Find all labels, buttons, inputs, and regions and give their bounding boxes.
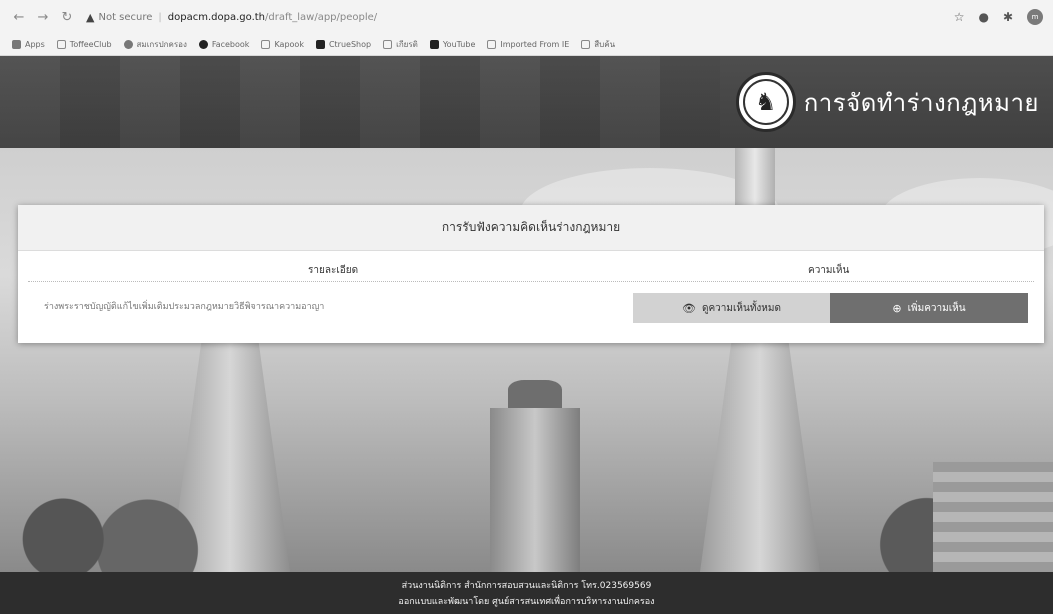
column-headers: รายละเอียด ความเห็น	[18, 257, 1044, 281]
bookmark-youtube[interactable]: YouTube	[429, 40, 475, 49]
view-all-comments-label: ดูความเห็นทั้งหมด	[701, 302, 781, 314]
department-emblem-icon: ♞	[735, 72, 796, 132]
site-title: การจัดทำร่างกฎหมาย	[803, 88, 1039, 117]
browser-address-bar: ← → ↻ ▲ Not secure | dopacm.dopa.go.th /…	[0, 0, 1053, 34]
reload-icon[interactable]: ↻	[58, 8, 76, 26]
header-texture	[0, 56, 720, 148]
extensions-puzzle-icon[interactable]: ✱	[1003, 10, 1013, 24]
site-header: ♞ การจัดทำร่างกฎหมาย	[0, 56, 1053, 148]
bookmark-kapook[interactable]: Kapook	[261, 40, 304, 49]
divider	[28, 281, 1034, 282]
bookmark-apps[interactable]: Apps	[12, 40, 45, 49]
profile-avatar[interactable]: m	[1027, 9, 1043, 25]
trees	[0, 462, 1053, 572]
site-brand[interactable]: ♞ การจัดทำร่างกฎหมาย	[735, 72, 1039, 132]
extension-circle-icon[interactable]: ●	[978, 10, 988, 24]
footer-contact: ส่วนงานนิติการ สำนักการสอบสวนและนิติการ …	[401, 581, 652, 591]
facebook-icon	[198, 40, 208, 49]
youtube-icon	[429, 40, 439, 49]
star-icon[interactable]: ☆	[954, 10, 965, 24]
browser-toolbar-right: ☆ ● ✱ m	[954, 9, 1043, 25]
building-right	[933, 462, 1053, 572]
url-field[interactable]: ▲ Not secure | dopacm.dopa.go.th /draft_…	[86, 11, 377, 24]
comment-heading: ความเห็น	[808, 265, 850, 276]
footer-credit: ออกแบบและพัฒนาโดย ศูนย์สารสนเทศเพื่อการบ…	[398, 597, 655, 607]
draft-law-title[interactable]: ร่างพระราชบัญญัติแก้ไขเพิ่มเติมประมวลกฎห…	[44, 299, 324, 313]
bookmark-imported-from-ie[interactable]: Imported From IE	[487, 40, 569, 49]
bookmark-toffeeclub[interactable]: ToffeeClub	[56, 40, 112, 49]
bird-icon	[383, 40, 393, 49]
site-icon	[123, 40, 133, 49]
bookmark-bird[interactable]: เกียรติ	[383, 38, 418, 51]
warning-icon: ▲	[86, 10, 95, 24]
toffee-icon	[56, 40, 66, 49]
page-icon	[581, 40, 591, 49]
url-host: dopacm.dopa.go.th	[167, 11, 266, 23]
apps-grid-icon	[12, 40, 21, 49]
url-separator: |	[158, 11, 162, 23]
add-comment-label: เพิ่มความเห็น	[907, 302, 966, 314]
forward-arrow-icon[interactable]: →	[34, 8, 52, 26]
public-hearing-card: การรับฟังความคิดเห็นร่างกฎหมาย รายละเอีย…	[18, 205, 1044, 343]
back-arrow-icon[interactable]: ←	[10, 8, 28, 26]
bookmark-search[interactable]: สืบค้น	[581, 38, 615, 51]
bookmark-site[interactable]: สมเกรปกครอง	[123, 38, 187, 51]
plus-circle-icon: ⊕	[892, 301, 902, 315]
bookmark-ctrueshop[interactable]: CtrueShop	[315, 40, 371, 49]
detail-heading: รายละเอียด	[308, 265, 359, 276]
site-footer: ส่วนงานนิติการ สำนักการสอบสวนและนิติการ …	[0, 572, 1053, 614]
shop-icon	[315, 40, 325, 49]
add-comment-button[interactable]: ⊕ เพิ่มความเห็น	[830, 293, 1028, 323]
folder-icon	[487, 40, 497, 49]
url-path: /draft_law/app/people/	[265, 11, 378, 23]
kapook-icon	[261, 40, 271, 49]
eye-icon: 👁	[682, 301, 696, 315]
bookmark-facebook[interactable]: Facebook	[198, 40, 249, 49]
bookmarks-bar: Apps ToffeeClub สมเกรปกครอง Facebook Kap…	[0, 34, 1053, 56]
emblem-lion-icon: ♞	[742, 79, 789, 125]
view-all-comments-button[interactable]: 👁 ดูความเห็นทั้งหมด	[633, 293, 830, 323]
card-title: การรับฟังความคิดเห็นร่างกฎหมาย	[18, 205, 1044, 251]
not-secure-label: Not secure	[98, 11, 153, 23]
